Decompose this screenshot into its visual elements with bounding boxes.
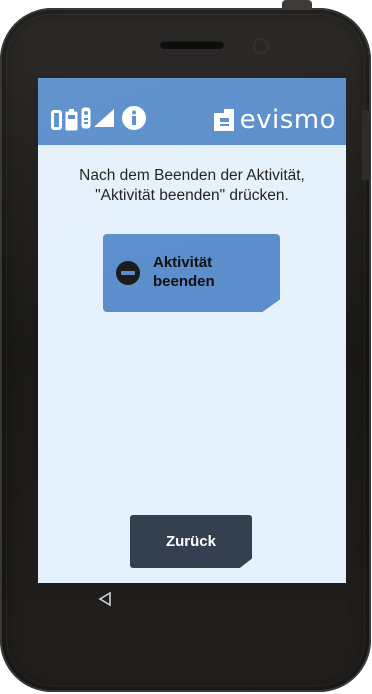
- evismo-logo-icon: [213, 109, 234, 131]
- earpiece-speaker: [160, 41, 224, 49]
- end-activity-label-line-1: Aktivität: [153, 254, 213, 271]
- signal-icon: [94, 108, 114, 132]
- back-button[interactable]: Zurück: [130, 515, 252, 568]
- info-icon[interactable]: [122, 105, 146, 135]
- back-button-label: Zurück: [165, 533, 216, 550]
- remote-icon: [81, 107, 91, 134]
- triangle-back-icon[interactable]: [97, 591, 113, 607]
- minus-circle-icon: [116, 261, 140, 285]
- power-button: [282, 0, 312, 10]
- instruction-line-1: Nach dem Beenden der Aktivität,: [79, 167, 305, 184]
- end-activity-button[interactable]: Aktivität beenden: [103, 234, 280, 312]
- header-bar: evismo: [38, 78, 346, 145]
- phone-icon: [51, 110, 62, 130]
- front-camera: [253, 38, 269, 54]
- app-screen: evismo Nach dem Beenden der Aktivität, "…: [38, 78, 346, 583]
- instruction-text: Nach dem Beenden der Aktivität, "Aktivit…: [38, 166, 346, 206]
- brand-logo: evismo: [213, 105, 336, 135]
- end-activity-label: Aktivität beenden: [153, 253, 273, 291]
- instruction-line-2: "Aktivität beenden" drücken.: [95, 187, 289, 204]
- end-activity-label-line-2: beenden: [153, 273, 215, 290]
- status-icons: [51, 105, 146, 135]
- battery-icon: [65, 109, 78, 131]
- brand-name: evismo: [239, 105, 336, 135]
- volume-button: [362, 110, 370, 180]
